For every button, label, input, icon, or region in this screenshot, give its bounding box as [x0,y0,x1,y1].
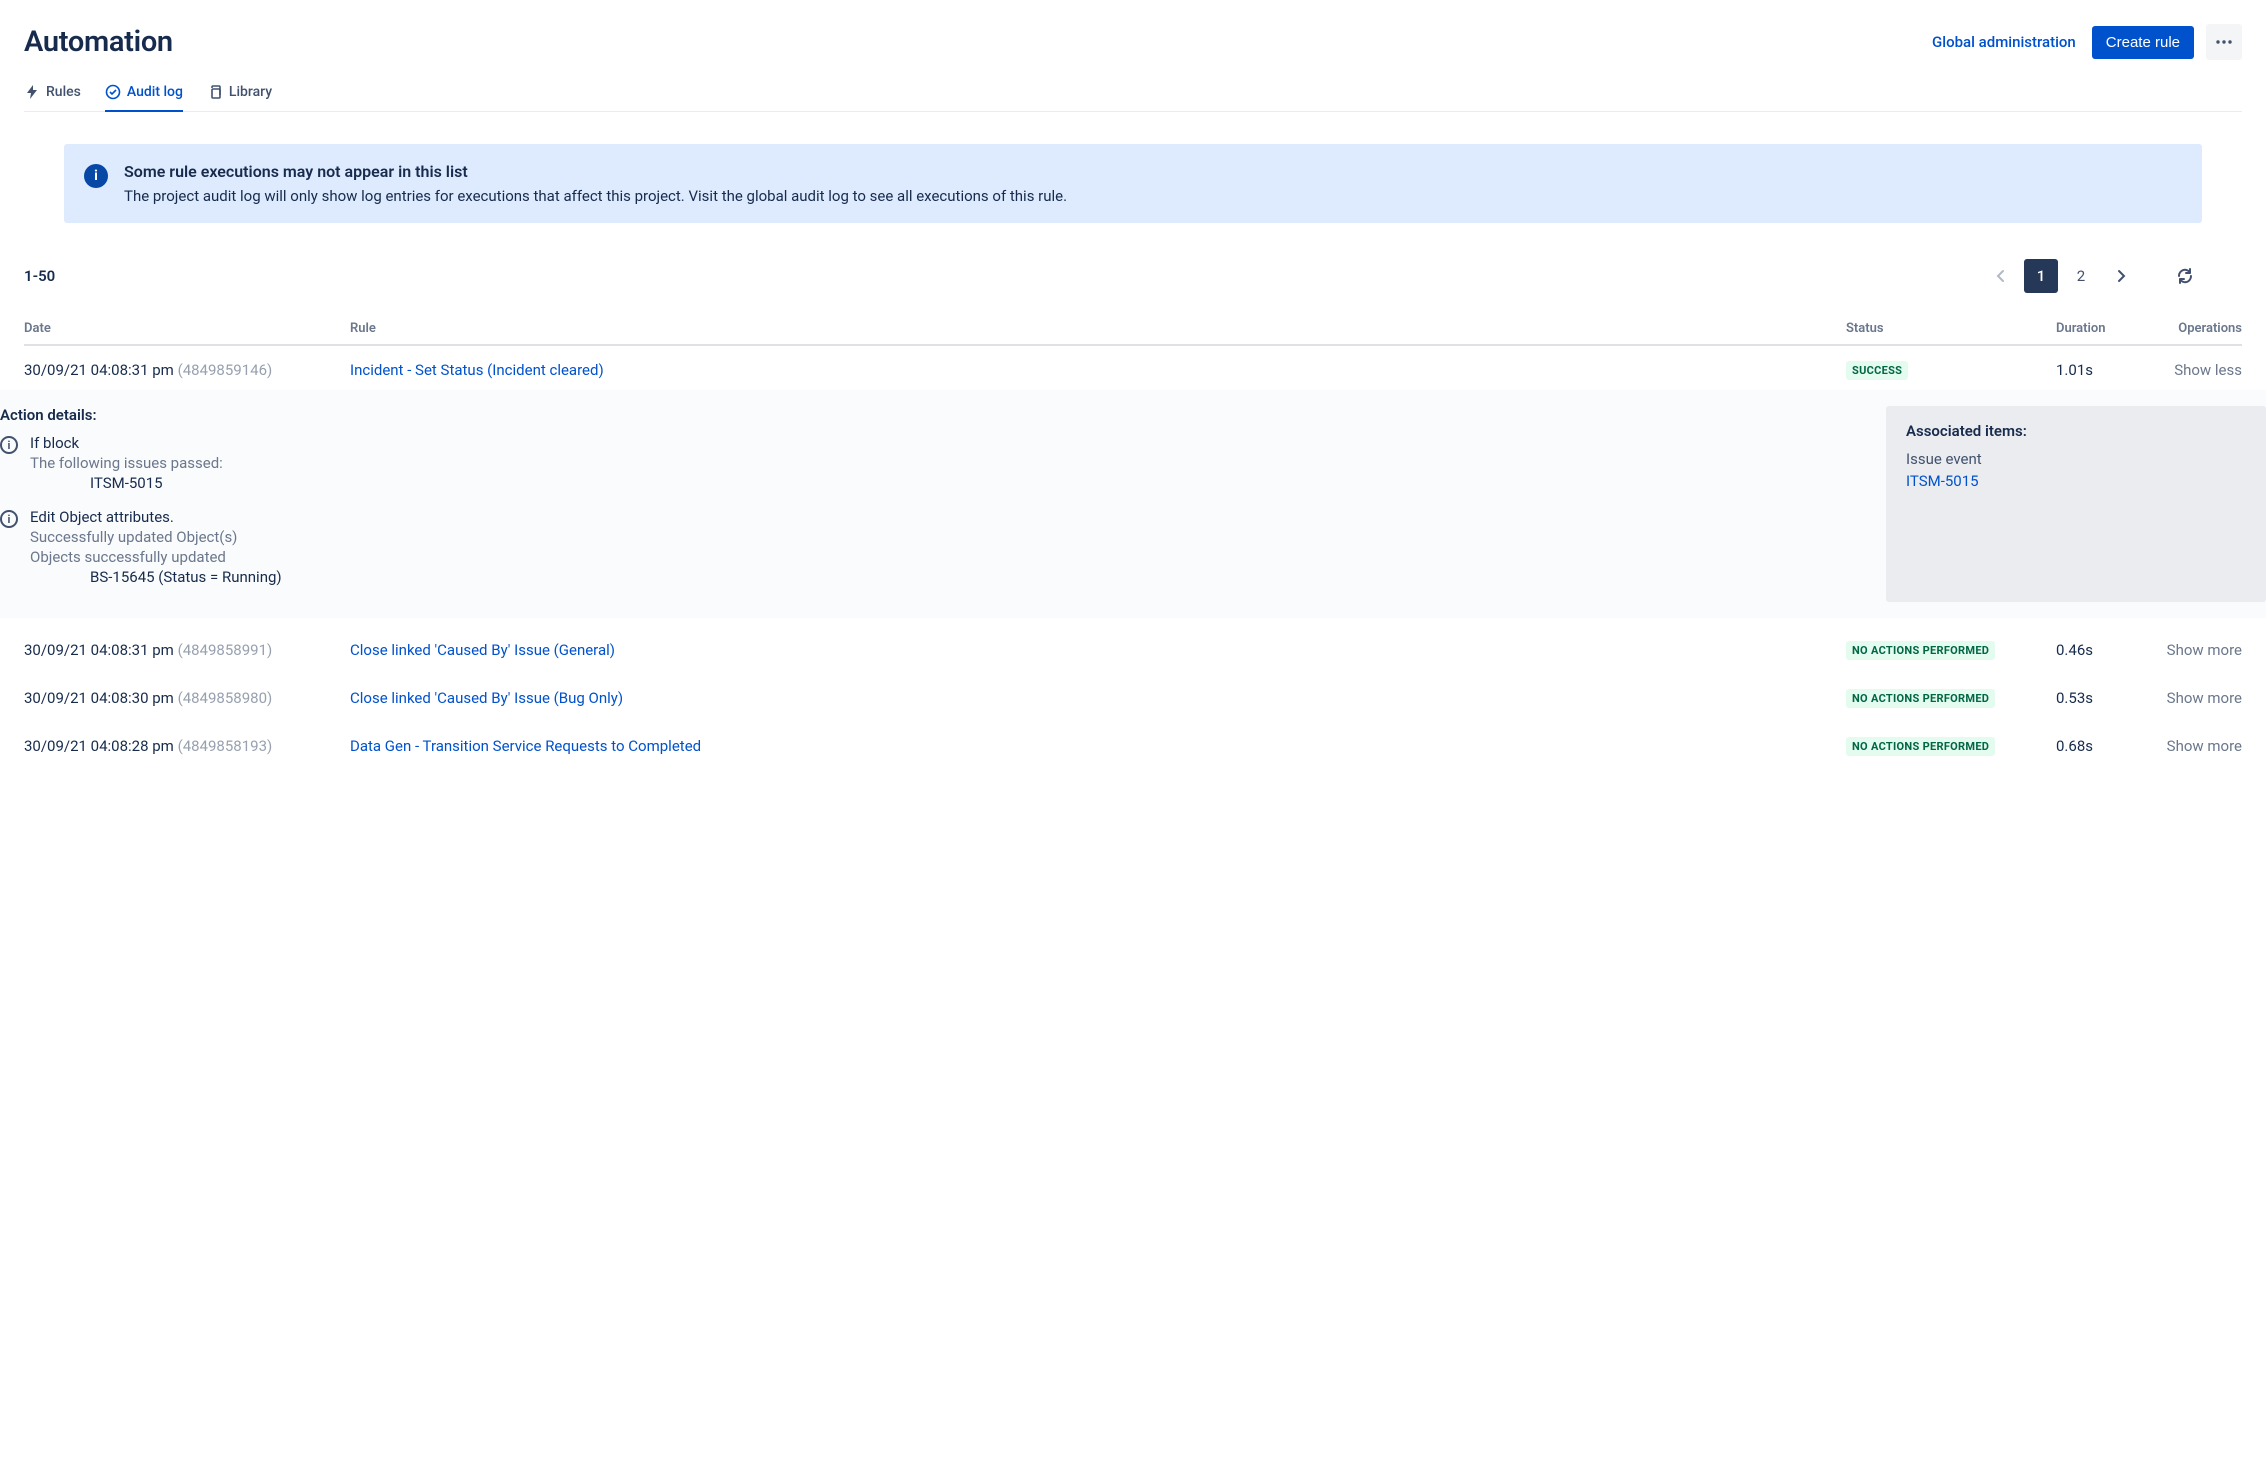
rule-link[interactable]: Close linked 'Caused By' Issue (Bug Only… [350,689,623,707]
row-detail-panel: Action details: i If block The following… [0,390,2266,618]
action-item: i If block The following issues passed: … [0,434,1870,492]
check-circle-icon [105,84,121,100]
associated-item-link[interactable]: ITSM-5015 [1906,472,2246,490]
tab-library[interactable]: Library [207,76,272,112]
pagination: 1 2 [1984,259,2202,293]
bolt-icon [24,84,40,100]
rule-link[interactable]: Close linked 'Caused By' Issue (General) [350,641,615,659]
action-title: Edit Object attributes. [30,508,282,526]
chevron-left-icon [1992,267,2010,285]
show-less-link[interactable]: Show less [2174,361,2242,379]
action-indent: BS-15645 (Status = Running) [30,568,282,586]
col-header-status: Status [1846,321,2056,336]
tab-audit-log[interactable]: Audit log [105,76,183,112]
pagination-page-2[interactable]: 2 [2064,259,2098,293]
tab-rules[interactable]: Rules [24,76,81,112]
row-id: (4849858980) [178,689,273,707]
col-header-rule: Rule [350,321,1846,336]
table-row: 30/09/21 04:08:28 pm (4849858193) Data G… [24,722,2242,770]
status-badge: SUCCESS [1846,361,1908,380]
row-duration: 0.53s [2056,689,2093,707]
action-sub: Successfully updated Object(s) [30,528,282,546]
row-duration: 0.68s [2056,737,2093,755]
show-more-link[interactable]: Show more [2167,737,2242,755]
refresh-button[interactable] [2168,259,2202,293]
refresh-icon [2175,266,2195,286]
table-row: 30/09/21 04:08:31 pm (4849859146) Incide… [24,346,2242,394]
row-id: (4849859146) [178,361,273,379]
result-range: 1-50 [24,267,55,285]
tab-audit-log-label: Audit log [127,84,183,100]
action-indent: ITSM-5015 [30,474,223,492]
info-banner-title: Some rule executions may not appear in t… [124,162,1067,181]
more-horizontal-icon [2214,32,2234,52]
col-header-operations: Operations [2138,321,2242,336]
pagination-next[interactable] [2104,259,2138,293]
copy-icon [207,84,223,100]
table-row: 30/09/21 04:08:31 pm (4849858991) Close … [24,626,2242,674]
tab-library-label: Library [229,84,272,100]
action-sub: The following issues passed: [30,454,223,472]
row-duration: 1.01s [2056,361,2093,379]
row-duration: 0.46s [2056,641,2093,659]
action-title: If block [30,434,223,452]
status-badge: NO ACTIONS PERFORMED [1846,689,1995,708]
table-row: 30/09/21 04:08:30 pm (4849858980) Close … [24,674,2242,722]
info-outline-icon: i [0,436,18,454]
action-item: i Edit Object attributes. Successfully u… [0,508,1870,586]
audit-log-table: Date Rule Status Duration Operations 30/… [24,313,2242,770]
more-actions-button[interactable] [2206,24,2242,60]
show-more-link[interactable]: Show more [2167,641,2242,659]
row-datetime: 30/09/21 04:08:28 pm [24,737,174,755]
pagination-page-1[interactable]: 1 [2024,259,2058,293]
rule-link[interactable]: Data Gen - Transition Service Requests t… [350,737,701,755]
row-datetime: 30/09/21 04:08:30 pm [24,689,174,707]
rule-link[interactable]: Incident - Set Status (Incident cleared) [350,361,604,379]
col-header-date: Date [24,321,350,336]
row-id: (4849858193) [178,737,273,755]
associated-items-heading: Associated items: [1906,422,2246,440]
info-banner: i Some rule executions may not appear in… [64,144,2202,223]
row-datetime: 30/09/21 04:08:31 pm [24,641,174,659]
action-sub: Objects successfully updated [30,548,282,566]
global-administration-link[interactable]: Global administration [1928,25,2080,59]
row-id: (4849858991) [178,641,273,659]
pagination-prev[interactable] [1984,259,2018,293]
chevron-right-icon [2112,267,2130,285]
col-header-duration: Duration [2056,321,2138,336]
page-title: Automation [24,25,173,59]
tab-rules-label: Rules [46,84,81,100]
status-badge: NO ACTIONS PERFORMED [1846,641,1995,660]
tabs: Rules Audit log Library [24,76,2242,112]
info-banner-body: The project audit log will only show log… [124,187,1067,205]
row-datetime: 30/09/21 04:08:31 pm [24,361,174,379]
action-details-heading: Action details: [0,406,1870,424]
show-more-link[interactable]: Show more [2167,689,2242,707]
status-badge: NO ACTIONS PERFORMED [1846,737,1995,756]
create-rule-button[interactable]: Create rule [2092,26,2194,59]
info-outline-icon: i [0,510,18,528]
info-icon: i [84,164,108,188]
associated-item-type: Issue event [1906,450,2246,468]
